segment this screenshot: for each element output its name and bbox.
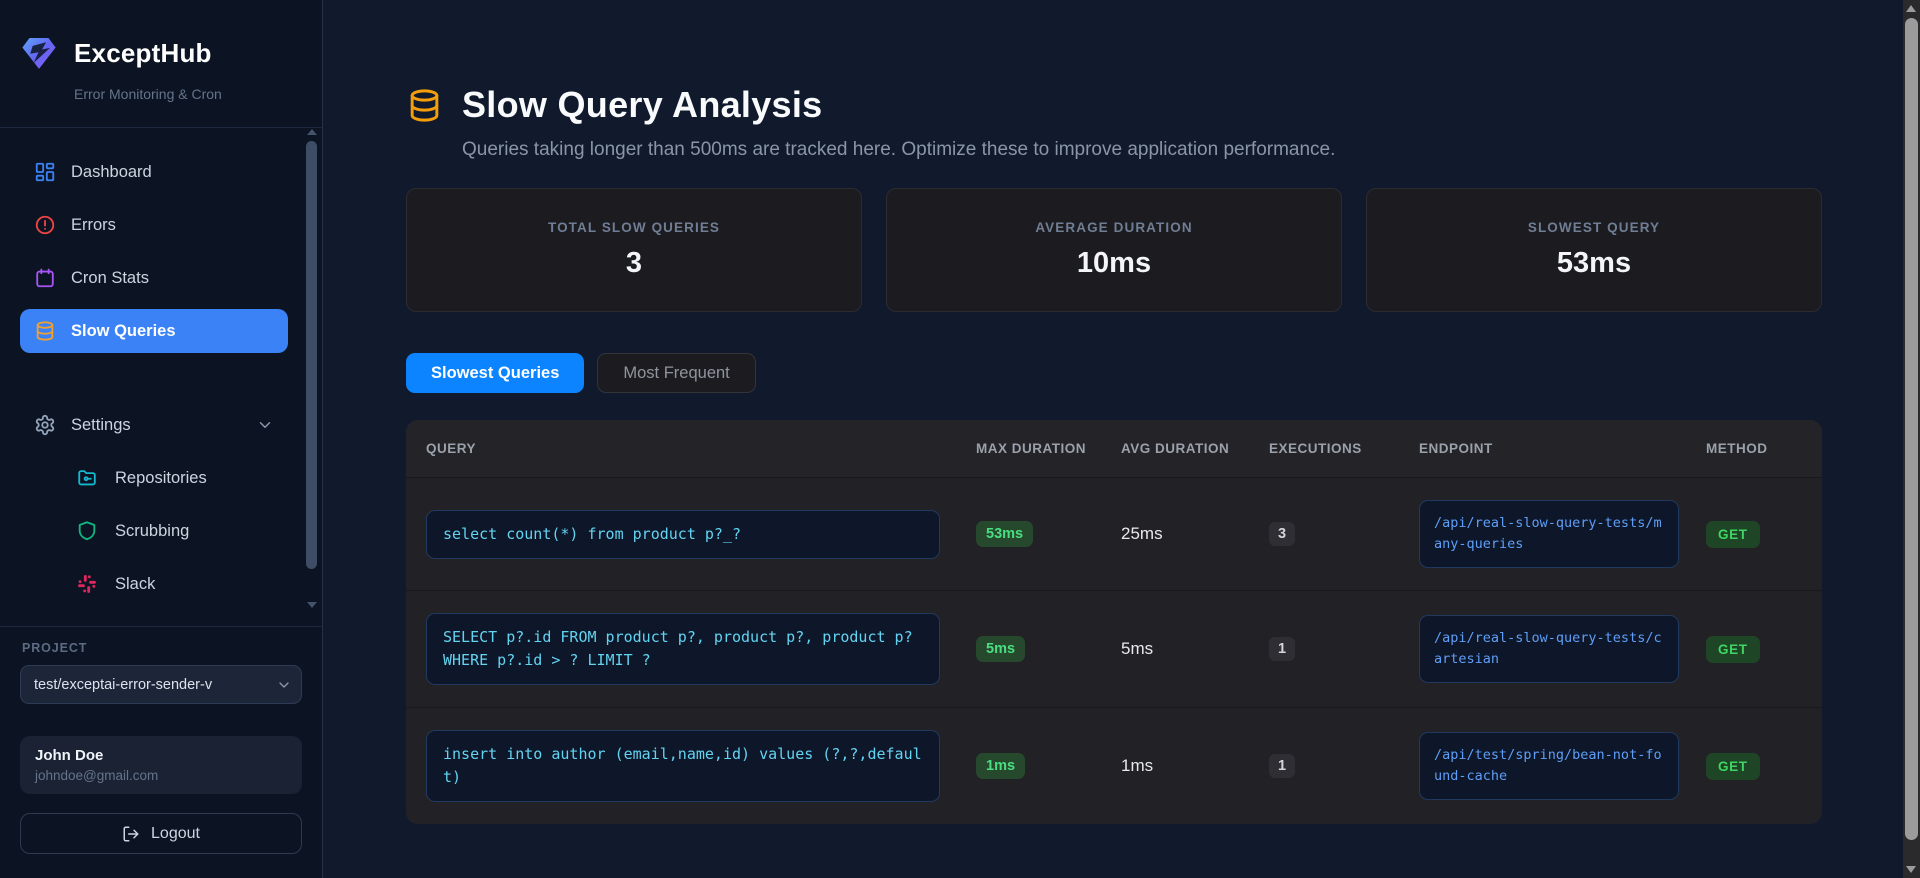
column-header-max-duration: MAX DURATION xyxy=(976,441,1086,456)
stat-label: SLOWEST QUERY xyxy=(1527,220,1661,235)
scroll-down-arrow[interactable] xyxy=(1906,866,1916,873)
sidebar-item-label: Cron Stats xyxy=(71,268,149,287)
method-badge: GET xyxy=(1706,752,1760,780)
user-email: johndoe@gmail.com xyxy=(35,768,159,783)
sidebar-item-label: Errors xyxy=(71,215,116,234)
column-header-executions: EXECUTIONS xyxy=(1269,441,1362,456)
executions-badge: 1 xyxy=(1269,754,1296,778)
chevron-down-icon xyxy=(276,677,292,693)
sidebar: ExceptHub Error Monitoring & Cron Dashbo… xyxy=(0,0,323,878)
stat-value: 53ms xyxy=(1556,247,1632,279)
sidebar-nav: Dashboard Errors Cron Stats Slow Queries… xyxy=(0,128,322,626)
scroll-up-arrow[interactable] xyxy=(307,129,317,135)
query-code: SELECT p?.id FROM product p?, product p?… xyxy=(426,613,940,685)
endpoint-code: /api/real-slow-query-tests/cartesian xyxy=(1419,615,1679,683)
folder-git-icon xyxy=(76,467,98,489)
gear-icon xyxy=(34,414,56,436)
project-select[interactable]: test/exceptai-error-sender-v xyxy=(20,665,302,704)
stat-value: 3 xyxy=(625,247,643,279)
sidebar-item-dashboard[interactable]: Dashboard xyxy=(20,150,288,194)
logout-button[interactable]: Logout xyxy=(20,813,302,854)
stat-card-slowest-query: SLOWEST QUERY 53ms xyxy=(1366,188,1822,312)
user-card: John Doe johndoe@gmail.com xyxy=(20,736,302,794)
main-content: Slow Query Analysis Queries taking longe… xyxy=(323,0,1822,824)
stat-label: AVERAGE DURATION xyxy=(1035,220,1193,235)
dashboard-grid-icon xyxy=(34,161,56,183)
query-code: select count(*) from product p?_? xyxy=(426,509,940,559)
database-icon xyxy=(34,320,56,342)
project-label: PROJECT xyxy=(22,641,88,655)
scroll-up-arrow[interactable] xyxy=(1906,5,1916,12)
page-subtitle: Queries taking longer than 500ms are tra… xyxy=(462,139,1336,160)
app-tagline: Error Monitoring & Cron xyxy=(74,86,222,102)
app-title: ExceptHub xyxy=(74,37,212,68)
sidebar-item-label: Repositories xyxy=(115,468,207,487)
column-header-endpoint: ENDPOINT xyxy=(1419,441,1493,456)
method-badge: GET xyxy=(1706,635,1760,663)
alert-circle-icon xyxy=(34,214,56,236)
table-row: SELECT p?.id FROM product p?, product p?… xyxy=(406,590,1822,707)
stat-value: 10ms xyxy=(1076,247,1152,279)
sidebar-item-label: Slow Queries xyxy=(71,321,176,340)
stats-row: TOTAL SLOW QUERIES 3 AVERAGE DURATION 10… xyxy=(406,188,1822,312)
table-header: QUERY MAX DURATION AVG DURATION EXECUTIO… xyxy=(406,420,1822,477)
max-duration-badge: 53ms xyxy=(976,521,1034,547)
calendar-icon xyxy=(34,267,56,289)
sidebar-item-repositories[interactable]: Repositories xyxy=(62,456,288,500)
logout-label: Logout xyxy=(151,824,200,842)
database-icon xyxy=(406,87,443,124)
sidebar-scrollbar-thumb[interactable] xyxy=(306,141,317,569)
sidebar-item-errors[interactable]: Errors xyxy=(20,203,288,247)
window-scrollbar-thumb[interactable] xyxy=(1905,18,1918,840)
column-header-method: METHOD xyxy=(1706,441,1768,456)
method-badge: GET xyxy=(1706,520,1760,548)
scroll-down-arrow[interactable] xyxy=(307,602,317,608)
executions-badge: 1 xyxy=(1269,637,1296,661)
sidebar-item-slack[interactable]: Slack xyxy=(62,562,288,606)
sidebar-item-cron-stats[interactable]: Cron Stats xyxy=(20,256,288,300)
endpoint-code: /api/test/spring/bean-not-found-cache xyxy=(1419,732,1679,800)
executions-badge: 3 xyxy=(1269,522,1296,546)
stat-label: TOTAL SLOW QUERIES xyxy=(547,220,721,235)
tab-slowest-queries[interactable]: Slowest Queries xyxy=(406,353,585,393)
table-row: insert into author (email,name,id) value… xyxy=(406,707,1822,824)
user-name: John Doe xyxy=(35,747,104,764)
stat-card-total-slow-queries: TOTAL SLOW QUERIES 3 xyxy=(406,188,862,312)
column-header-avg-duration: AVG DURATION xyxy=(1121,441,1230,456)
logout-icon xyxy=(122,825,140,843)
table-row: select count(*) from product p?_? 53ms 2… xyxy=(406,477,1822,590)
sidebar-footer: PROJECT test/exceptai-error-sender-v Joh… xyxy=(0,626,322,878)
query-code: insert into author (email,name,id) value… xyxy=(426,730,940,802)
excepthub-logo-icon xyxy=(20,34,58,72)
page-title: Slow Query Analysis xyxy=(462,84,823,125)
sidebar-item-label: Settings xyxy=(71,415,131,434)
page-header: Slow Query Analysis xyxy=(406,84,1822,126)
shield-icon xyxy=(76,520,98,542)
max-duration-badge: 1ms xyxy=(976,753,1026,779)
sidebar-item-label: Scrubbing xyxy=(115,521,190,540)
slow-queries-table: QUERY MAX DURATION AVG DURATION EXECUTIO… xyxy=(406,420,1822,824)
column-header-query: QUERY xyxy=(426,441,477,456)
endpoint-code: /api/real-slow-query-tests/many-queries xyxy=(1419,500,1679,568)
tab-most-frequent[interactable]: Most Frequent xyxy=(597,353,756,393)
sidebar-scrollbar[interactable] xyxy=(303,123,321,612)
sidebar-item-settings[interactable]: Settings xyxy=(20,403,288,447)
brand: ExceptHub Error Monitoring & Cron xyxy=(0,0,322,128)
slack-icon xyxy=(76,573,98,595)
sidebar-item-slow-queries[interactable]: Slow Queries xyxy=(20,309,288,353)
avg-duration-value: 25ms xyxy=(1121,524,1163,543)
sidebar-item-label: Dashboard xyxy=(71,162,152,181)
sidebar-item-label: Slack xyxy=(115,574,156,593)
view-tabs: Slowest Queries Most Frequent xyxy=(406,353,1822,393)
sidebar-item-scrubbing[interactable]: Scrubbing xyxy=(62,509,288,553)
max-duration-badge: 5ms xyxy=(976,636,1026,662)
avg-duration-value: 5ms xyxy=(1121,639,1154,658)
window-scrollbar[interactable] xyxy=(1903,0,1920,878)
stat-card-average-duration: AVERAGE DURATION 10ms xyxy=(886,188,1342,312)
project-select-value: test/exceptai-error-sender-v xyxy=(34,676,213,693)
chevron-down-icon xyxy=(256,416,274,434)
avg-duration-value: 1ms xyxy=(1121,756,1154,775)
